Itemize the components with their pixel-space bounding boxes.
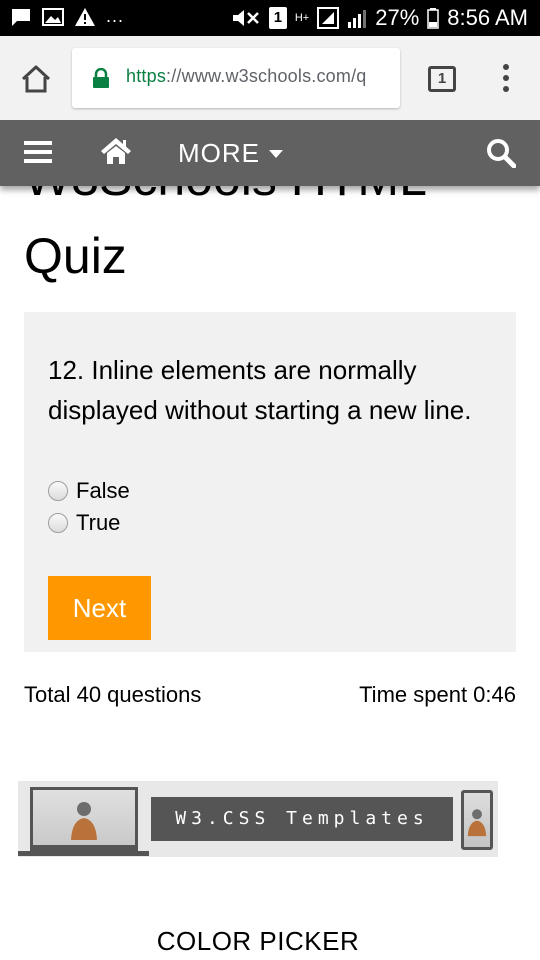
answer-label: False xyxy=(76,478,130,503)
image-icon xyxy=(42,7,64,26)
person-photo xyxy=(71,802,97,840)
warning-icon xyxy=(75,7,95,26)
signal-framed-icon xyxy=(317,7,340,29)
more-menu-label: MORE xyxy=(178,138,260,168)
more-notifications-text: ... xyxy=(106,6,125,26)
url-path: ://www.w3schools.com/q xyxy=(166,66,367,86)
signal-icon xyxy=(348,10,367,28)
answer-option-false[interactable]: False xyxy=(48,478,130,504)
site-navbar: MORE xyxy=(0,120,540,186)
page-viewport: W3Schools HTML Quiz MORE 12. Inline elem… xyxy=(0,120,540,960)
url-scheme: https xyxy=(126,66,167,86)
tab-switcher-button[interactable]: 1 xyxy=(428,66,456,92)
laptop-base xyxy=(18,851,149,856)
person-photo-small xyxy=(467,809,487,837)
laptop-illustration xyxy=(30,787,138,851)
next-button[interactable]: Next xyxy=(48,576,151,640)
address-bar[interactable]: https://www.w3schools.com/q xyxy=(72,48,400,108)
templates-banner-ad[interactable]: W3.CSS Templates xyxy=(18,781,498,857)
sim-badge: 1 xyxy=(268,7,287,29)
clock: 8:56 AM xyxy=(447,5,528,30)
total-questions: Total 40 questions xyxy=(24,682,202,707)
radio-button[interactable] xyxy=(48,513,68,533)
quiz-panel: 12. Inline elements are normally display… xyxy=(24,312,516,652)
status-notifications: ... xyxy=(10,6,124,27)
color-picker-heading[interactable]: COLOR PICKER xyxy=(0,926,516,957)
status-bar: ... 1 H+ 27% 8:56 AM xyxy=(0,0,540,36)
home-icon[interactable] xyxy=(20,64,52,94)
mute-icon xyxy=(232,10,259,26)
answer-label: True xyxy=(76,510,121,535)
url-text[interactable]: https://www.w3schools.com/q xyxy=(126,66,391,87)
status-indicators: 1 H+ 27% 8:56 AM xyxy=(231,5,528,31)
battery-percent: 27% xyxy=(375,5,420,30)
more-menu-button[interactable]: MORE xyxy=(178,138,284,169)
banner-title: W3.CSS Templates xyxy=(151,797,453,841)
caret-down-icon xyxy=(269,149,283,158)
phone-illustration xyxy=(461,790,493,850)
answer-option-true[interactable]: True xyxy=(48,510,120,536)
browser-toolbar: https://www.w3schools.com/q 1 xyxy=(0,36,540,120)
question-text: 12. Inline elements are normally display… xyxy=(48,355,472,425)
battery-icon xyxy=(427,8,440,29)
page-title-line2: Quiz xyxy=(24,228,127,284)
hamburger-menu-icon[interactable] xyxy=(24,140,52,164)
search-icon[interactable] xyxy=(486,138,516,168)
lock-icon xyxy=(93,68,109,88)
overflow-menu-icon[interactable] xyxy=(498,62,514,94)
message-icon xyxy=(12,8,30,26)
site-home-icon[interactable] xyxy=(100,136,132,166)
radio-button[interactable] xyxy=(48,481,68,501)
network-type-label: H+ xyxy=(294,11,310,24)
time-spent: Time spent 0:46 xyxy=(359,682,516,707)
